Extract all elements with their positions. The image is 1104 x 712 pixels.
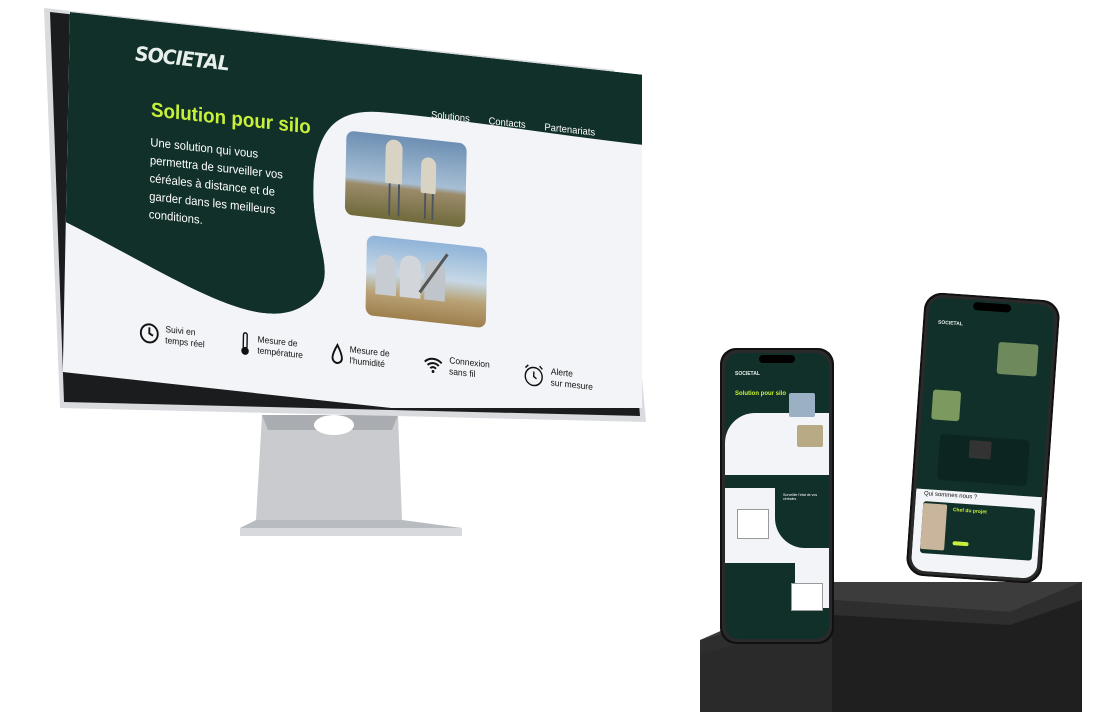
image-placeholder <box>737 509 769 539</box>
phone-right-logo[interactable]: SOCIETAL <box>938 320 963 328</box>
phone-left-screen: SOCIETAL Solution pour silo Surveiller l… <box>725 353 829 639</box>
sensor-device <box>968 440 992 460</box>
phone-right-screen: SOCIETAL Qui sommes nous ? Chef du proje… <box>910 296 1056 580</box>
phone-left-title: Solution pour silo <box>735 391 786 397</box>
dynamic-island <box>972 302 1012 313</box>
avatar <box>920 502 948 551</box>
phone-right-mockup: SOCIETAL Qui sommes nous ? Chef du proje… <box>905 292 1060 585</box>
dynamic-island <box>759 355 795 363</box>
silo-thumb-2 <box>797 425 823 447</box>
silo-thumb-1 <box>789 393 815 417</box>
phone-left-section: Surveiller l'état de vos céréales <box>783 493 818 501</box>
image-placeholder <box>791 583 823 611</box>
phone-left-mockup: SOCIETAL Solution pour silo Surveiller l… <box>720 348 834 644</box>
phone-left-logo[interactable]: SOCIETAL <box>735 371 760 377</box>
crop-photo <box>931 389 962 422</box>
field-photo <box>996 341 1039 377</box>
